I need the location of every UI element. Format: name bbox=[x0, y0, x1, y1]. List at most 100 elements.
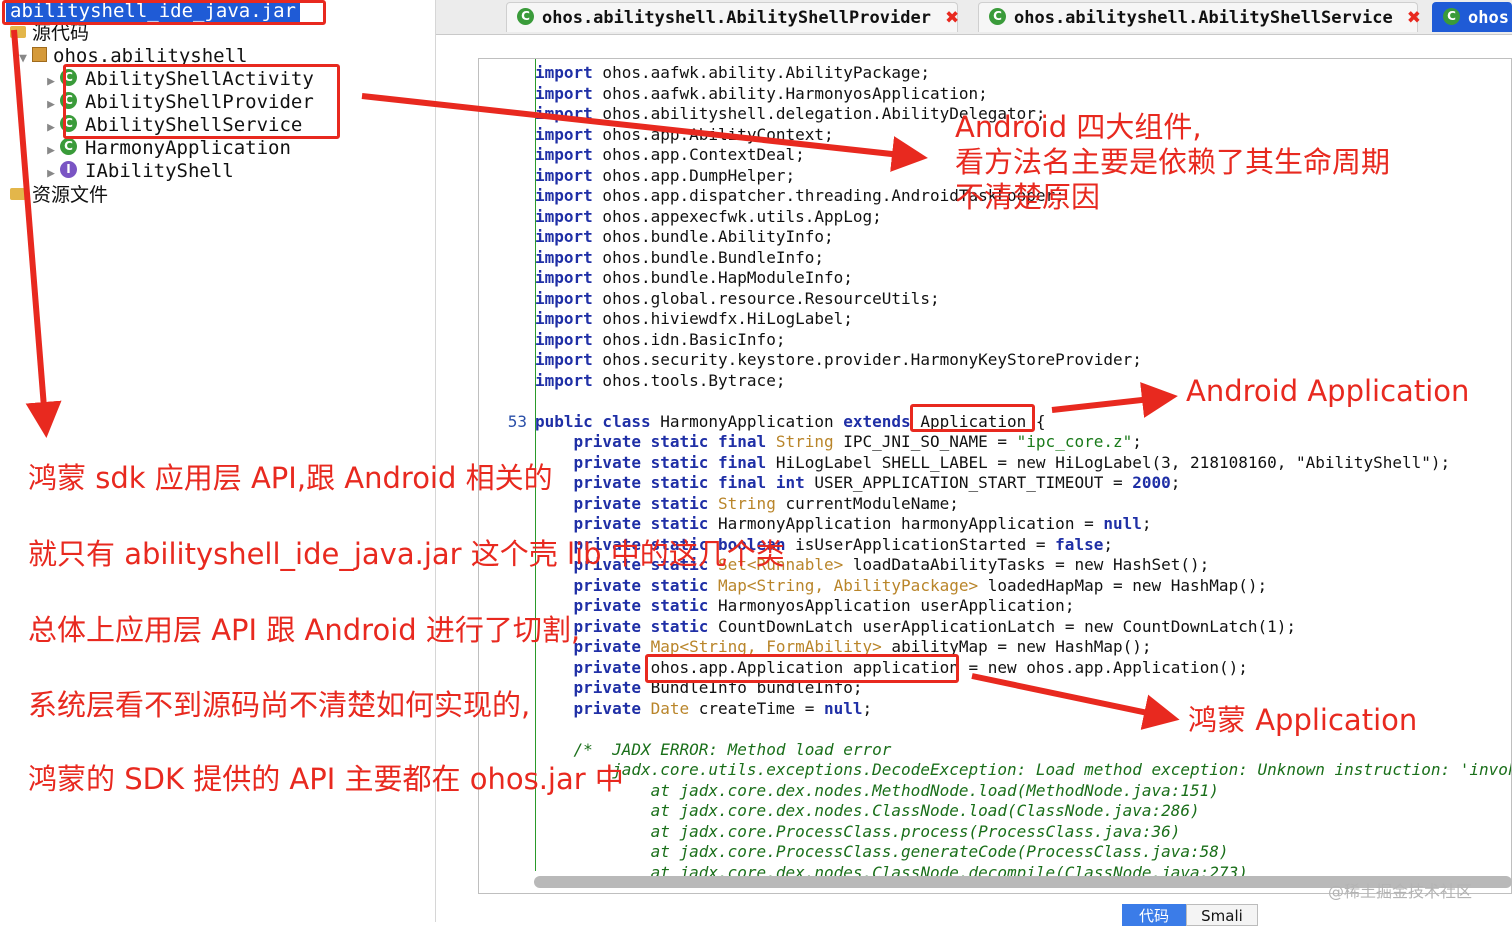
tab-abilityshell-service[interactable]: Cohos.abilityshell.AbilityShellService ✖ bbox=[978, 2, 1421, 32]
code-line: at jadx.core.ProcessClass.process(Proces… bbox=[479, 821, 1181, 842]
semicolon: ; bbox=[1238, 657, 1248, 677]
chevron-down-icon[interactable]: ▼ bbox=[14, 47, 32, 70]
tab-active[interactable]: Cohos bbox=[1432, 2, 1512, 32]
keyword: import bbox=[535, 124, 593, 144]
import-path: ohos.tools.Bytrace; bbox=[592, 370, 786, 390]
folder-icon bbox=[10, 25, 26, 38]
field-name: isUserApplicationStarted = bbox=[785, 534, 1056, 554]
tree-item-class[interactable]: ▶ C HarmonyApplication bbox=[42, 137, 291, 160]
field-value: new CountDownLatch(1) bbox=[1084, 616, 1287, 636]
field-type: String bbox=[766, 432, 834, 451]
field-name: harmonyApplication = bbox=[891, 514, 1104, 533]
highlight-box bbox=[63, 64, 340, 139]
error-comment: at jadx.core.ProcessClass.generateCode(P… bbox=[535, 842, 1229, 861]
field-name: loadDataAbilityTasks = bbox=[843, 555, 1075, 574]
code-line: at jadx.core.dex.nodes.ClassNode.load(Cl… bbox=[479, 801, 1200, 821]
chevron-right-icon[interactable]: ▶ bbox=[42, 139, 60, 162]
code-line: private Date createTime = null; bbox=[479, 698, 873, 719]
semicolon: ; bbox=[949, 493, 959, 513]
close-icon[interactable]: ✖ bbox=[1407, 8, 1421, 28]
keyword: private static bbox=[573, 616, 709, 636]
keyword: import bbox=[535, 206, 593, 226]
field-name: userApplicationLatch = bbox=[852, 616, 1085, 636]
import-path: ohos.app.ContextDeal; bbox=[592, 145, 805, 164]
annotation-line: 不清楚原因 bbox=[955, 180, 1101, 214]
code-line: private static Map<String, AbilityPackag… bbox=[479, 575, 1268, 596]
annotation-harmony-application: 鸿蒙 Application bbox=[1188, 703, 1418, 737]
error-comment: at jadx.core.dex.nodes.MethodNode.load(M… bbox=[535, 780, 1219, 800]
code-line: import ohos.bundle.AbilityInfo; bbox=[479, 227, 834, 247]
keyword: import bbox=[535, 83, 593, 103]
keyword: private static bbox=[573, 493, 709, 513]
field-name: currentModuleName bbox=[775, 493, 950, 513]
import-path: ohos.appexecfwk.utils.AppLog; bbox=[592, 206, 882, 226]
annotation-summary-line: 鸿蒙的 SDK 提供的 API 主要都在 ohos.jar 中 bbox=[28, 762, 624, 796]
field-name: createTime = bbox=[689, 698, 824, 718]
import-path: ohos.aafwk.ability.AbilityPackage; bbox=[592, 63, 930, 82]
code-line: import ohos.global.resource.ResourceUtil… bbox=[479, 289, 940, 309]
class-icon: C bbox=[60, 138, 77, 155]
chevron-right-icon[interactable]: ▶ bbox=[42, 116, 60, 139]
annotation-summary-line: 总体上应用层 API 跟 Android 进行了切割, bbox=[28, 613, 581, 647]
field-type: Date bbox=[640, 698, 690, 718]
field-type: HiLogLabel bbox=[766, 452, 873, 472]
keyword: import bbox=[535, 104, 593, 123]
semicolon: ; bbox=[1103, 534, 1113, 554]
class-icon: C bbox=[989, 7, 1006, 25]
tree-item-interface[interactable]: ▶ I IAbilityShell bbox=[42, 160, 234, 183]
field-value: new HashSet() bbox=[1074, 555, 1200, 574]
keyword: private static final bbox=[573, 432, 767, 451]
close-icon[interactable]: ✖ bbox=[945, 8, 959, 28]
field-value: new HashMap() bbox=[1132, 575, 1258, 595]
semicolon: ; bbox=[1257, 575, 1268, 595]
semicolon: ; bbox=[862, 698, 873, 718]
field-type: Map<String, AbilityPackage> bbox=[708, 575, 979, 595]
keyword: private static bbox=[573, 575, 709, 595]
import-path: ohos.app.DumpHelper; bbox=[592, 165, 796, 185]
annotation-summary-line: 就只有 abilityshell_ide_java.jar 这个壳 lib 中的… bbox=[28, 537, 785, 571]
field-value: new HiLogLabel(3, 218108160, "AbilityShe… bbox=[1016, 452, 1441, 472]
class-icon: C bbox=[1443, 7, 1460, 25]
code-line: import ohos.tools.Bytrace; bbox=[479, 371, 785, 391]
field-value: new HashMap() bbox=[1016, 637, 1142, 656]
field-name: USER_APPLICATION_START_TIMEOUT = bbox=[804, 473, 1133, 492]
semicolon: ; bbox=[1141, 514, 1152, 533]
import-path: ohos.bundle.HapModuleInfo; bbox=[592, 268, 853, 287]
tree-item-resources[interactable]: 资源文件 bbox=[10, 184, 108, 207]
interface-icon: I bbox=[60, 161, 77, 178]
error-comment: at jadx.core.dex.nodes.ClassNode.load(Cl… bbox=[535, 801, 1200, 820]
error-comment: at jadx.core.ProcessClass.process(Proces… bbox=[535, 821, 1181, 841]
tree-item-source[interactable]: 源代码 bbox=[10, 22, 89, 45]
annotation-line: Android 四大组件, bbox=[955, 110, 1202, 144]
semicolon: ; bbox=[1286, 616, 1297, 636]
tab-code[interactable]: 代码 bbox=[1122, 904, 1186, 926]
tab-abilityshell-provider[interactable]: Cohos.abilityshell.AbilityShellProvider ✖ bbox=[506, 2, 959, 32]
chevron-right-icon[interactable]: ▶ bbox=[42, 93, 60, 116]
annotation-four-components: Android 四大组件, 看方法名主要是依赖了其生命周期 不清楚原因 bbox=[955, 110, 1390, 215]
import-path: ohos.app.AbilityContext; bbox=[592, 124, 834, 144]
tab-smali[interactable]: Smali bbox=[1186, 904, 1258, 926]
keyword: private static final bbox=[573, 452, 767, 472]
keyword: private bbox=[573, 657, 641, 677]
field-type: HarmonyosApplication bbox=[708, 596, 911, 615]
import-path: ohos.idn.BasicInfo; bbox=[592, 329, 786, 349]
keyword: import bbox=[535, 227, 593, 246]
field-name: loadedHapMap = bbox=[978, 575, 1133, 595]
keyword: private static bbox=[573, 596, 709, 615]
interface-label: IAbilityShell bbox=[85, 160, 234, 182]
import-path: ohos.bundle.BundleInfo; bbox=[592, 247, 824, 267]
keyword: public class bbox=[535, 411, 651, 431]
code-line: import ohos.app.AbilityContext; bbox=[479, 125, 834, 145]
chevron-right-icon[interactable]: ▶ bbox=[42, 70, 60, 93]
code-line: import ohos.bundle.BundleInfo; bbox=[479, 248, 824, 268]
chevron-right-icon[interactable]: ▶ bbox=[42, 162, 60, 185]
field-type: String bbox=[708, 493, 776, 513]
semicolon: ; bbox=[1199, 555, 1210, 574]
annotation-summary-line: 系统层看不到源码尚不清楚如何实现的, bbox=[28, 688, 531, 722]
code-line: private static final HiLogLabel SHELL_LA… bbox=[479, 452, 1451, 473]
keyword: import bbox=[535, 247, 593, 267]
field-value: 2000 bbox=[1132, 473, 1171, 492]
